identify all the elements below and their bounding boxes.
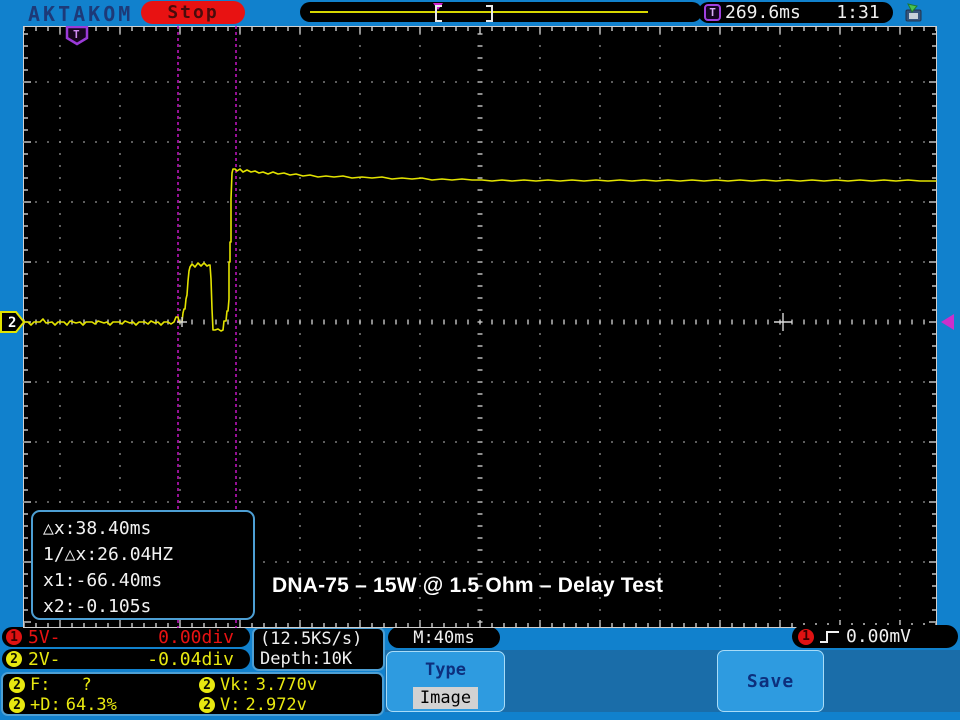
type-button-value: Image	[413, 687, 478, 709]
cursor-x2: x2:-0.105s	[43, 594, 253, 620]
cursor-x1: x1:-66.40ms	[43, 568, 253, 594]
memory-depth: Depth:10K	[260, 649, 383, 669]
cursor-inverse-delta-x: 1/△x:26.04HZ	[43, 542, 253, 568]
svg-text:T: T	[73, 28, 80, 41]
timebase-readout: M:40ms	[388, 627, 500, 648]
measurement-volt: 2 V: 2.972v	[199, 695, 382, 715]
annotation-title: DNA-75 – 15W @ 1.5 Ohm – Delay Test	[272, 574, 663, 598]
channel2-settings-pill: 2 2V- -0.04div	[2, 649, 250, 669]
measurement-frequency: 2 F: ?	[9, 675, 199, 695]
record-length-line	[310, 11, 648, 13]
svg-text:2: 2	[8, 315, 16, 331]
sample-info-panel: (12.5KS/s) Depth:10K	[252, 627, 385, 671]
trigger-delay-value: 269.6ms	[725, 2, 801, 23]
channel1-badge: 1	[6, 629, 22, 645]
measurement-freq-value: ?	[55, 675, 91, 695]
measurement-freq-label: F:	[30, 675, 50, 695]
measurement-vk-label: Vk:	[220, 675, 251, 695]
channel2-position-marker: 2	[0, 311, 26, 333]
measurement-freq-badge: 2	[9, 677, 25, 693]
measurement-volt-label: V:	[220, 695, 240, 715]
record-position-bar	[300, 2, 702, 22]
trigger-source-badge: 1	[798, 629, 814, 645]
acquisition-status-badge: Stop	[141, 1, 245, 24]
channel1-settings-pill: 1 5V- 0.00div	[2, 627, 250, 647]
measurement-duty-label: +D:	[30, 695, 61, 715]
measurement-volt-badge: 2	[199, 697, 215, 713]
measurement-duty: 2 +D: 64.3%	[9, 695, 199, 715]
trigger-t-icon: T	[704, 4, 721, 21]
trigger-settings-pill: 1 0.00mV	[792, 625, 958, 648]
channel2-position: -0.04div	[147, 649, 234, 670]
measurement-volt-value: 2.972v	[245, 695, 306, 715]
cursor-readout-panel: △x:38.40ms 1/△x:26.04HZ x1:-66.40ms x2:-…	[31, 510, 255, 620]
type-button[interactable]: Type Image	[386, 651, 505, 712]
cursor-delta-x: △x:38.40ms	[43, 516, 253, 542]
clock-readout: 1:31	[823, 2, 893, 23]
sample-rate: (12.5KS/s)	[260, 629, 383, 649]
type-button-label: Type	[425, 660, 466, 680]
measurements-panel: 2 F: ? 2 Vk: 3.770v 2 +D: 64.3% 2 V: 2.9…	[1, 672, 384, 716]
trigger-level-value: 0.00mV	[846, 626, 911, 647]
brand-logo: AKTAKOM	[28, 2, 133, 26]
channel1-scale: 5V-	[28, 627, 61, 648]
usb-save-icon	[903, 3, 925, 23]
measurement-vk-badge: 2	[199, 677, 215, 693]
trigger-level-arrow-icon	[941, 314, 954, 330]
measurement-vk-value: 3.770v	[256, 675, 317, 695]
channel2-scale: 2V-	[28, 649, 61, 670]
measurement-duty-value: 64.3%	[66, 695, 117, 715]
save-button[interactable]: Save	[717, 650, 824, 712]
channel2-badge: 2	[6, 651, 22, 667]
oscilloscope-screenshot: { "top_bar": { "brand": "AKTAKOM", "run_…	[0, 0, 960, 720]
window-left-bracket-icon	[435, 5, 442, 22]
measurement-duty-badge: 2	[9, 697, 25, 713]
rising-edge-icon	[819, 629, 841, 645]
window-right-bracket-icon	[486, 5, 493, 22]
measurement-vk: 2 Vk: 3.770v	[199, 675, 382, 695]
channel1-position: 0.00div	[158, 627, 234, 648]
save-button-label: Save	[747, 671, 794, 692]
